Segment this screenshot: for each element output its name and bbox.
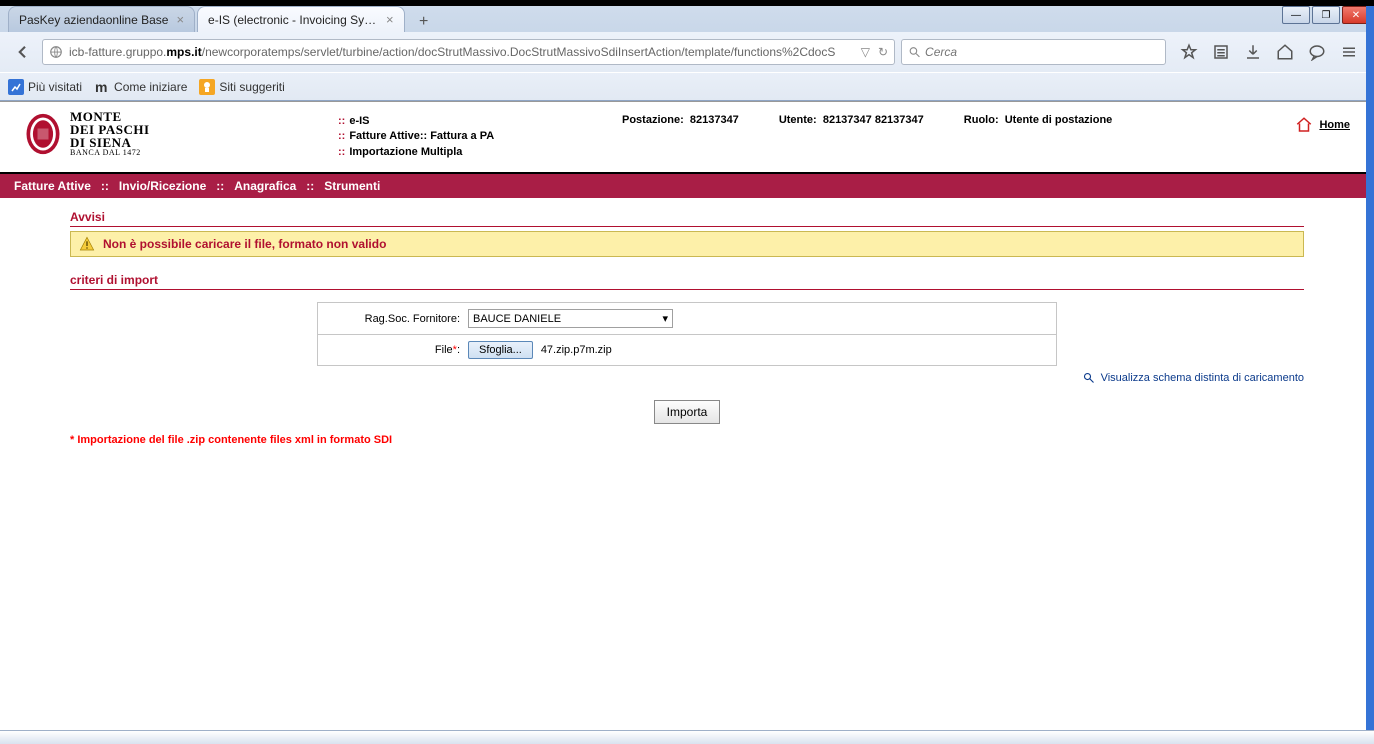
bookmarks-bar: Più visitati m Come iniziare Siti sugger… <box>0 72 1374 100</box>
suggested-sites-bookmark[interactable]: Siti suggeriti <box>199 79 284 95</box>
chat-icon[interactable] <box>1308 43 1326 61</box>
fornitore-label: Rag.Soc. Fornitore: <box>328 313 468 325</box>
import-note: * Importazione del file .zip contenente … <box>70 434 1304 446</box>
menu-icon[interactable] <box>1340 43 1358 61</box>
close-icon[interactable]: × <box>386 13 394 26</box>
new-tab-button[interactable]: + <box>411 12 437 32</box>
warning-icon <box>79 236 95 252</box>
close-icon[interactable]: × <box>176 13 184 26</box>
tab-title: PasKey aziendaonline Base <box>19 13 168 27</box>
main-menu: Fatture Attive :: Invio/Ricezione :: Ana… <box>0 174 1374 198</box>
taskbar[interactable] <box>0 730 1374 744</box>
utente-info: Utente: 82137347 82137347 <box>779 114 924 126</box>
alert-box: Non è possibile caricare il file, format… <box>70 231 1304 257</box>
window-right-border <box>1366 6 1374 744</box>
url-dropdown-icon[interactable]: ▽ <box>861 45 870 59</box>
import-form: Rag.Soc. Fornitore: BAUCE DANIELE ▾ File… <box>317 302 1057 366</box>
menu-anagrafica[interactable]: Anagrafica <box>226 177 304 195</box>
most-visited-icon <box>8 79 24 95</box>
file-label: File*: <box>328 344 468 356</box>
postazione-info: Postazione: 82137347 <box>622 114 739 126</box>
tab-strip: PasKey aziendaonline Base × e-IS (electr… <box>0 6 1374 32</box>
browse-button[interactable]: Sfoglia... <box>468 341 533 359</box>
suggested-icon <box>199 79 215 95</box>
tab-paskey[interactable]: PasKey aziendaonline Base × <box>8 6 195 32</box>
maximize-button[interactable]: ❐ <box>1312 6 1340 24</box>
selected-file-name: 47.zip.p7m.zip <box>541 344 612 356</box>
avvisi-section-title: Avvisi <box>70 210 1304 227</box>
criteri-section-title: criteri di import <box>70 273 1304 290</box>
schema-link[interactable]: Visualizza schema distinta di caricament… <box>1101 372 1304 384</box>
reload-icon[interactable]: ↻ <box>878 45 888 59</box>
svg-text:m: m <box>95 79 107 95</box>
url-bar[interactable]: icb-fatture.gruppo.mps.it/newcorporatemp… <box>42 39 895 65</box>
tab-title: e-IS (electronic - Invoicing Syst... <box>208 13 378 27</box>
magnifier-icon <box>1083 372 1095 384</box>
menu-invio-ricezione[interactable]: Invio/Ricezione <box>111 177 214 195</box>
home-icon <box>1295 116 1313 134</box>
most-visited-bookmark[interactable]: Più visitati <box>8 79 82 95</box>
menu-strumenti[interactable]: Strumenti <box>316 177 388 195</box>
tab-eis[interactable]: e-IS (electronic - Invoicing Syst... × <box>197 6 405 32</box>
getting-started-bookmark[interactable]: m Come iniziare <box>94 79 187 95</box>
list-icon[interactable] <box>1212 43 1230 61</box>
breadcrumb: ::e-IS ::Fatture Attive:: Fattura a PA :… <box>338 110 598 160</box>
fornitore-select[interactable]: BAUCE DANIELE ▾ <box>468 309 673 328</box>
minimize-button[interactable]: — <box>1282 6 1310 24</box>
globe-icon <box>49 45 63 59</box>
page-header: MONTE DEI PASCHI DI SIENA BANCA DAL 1472… <box>0 102 1374 172</box>
download-icon[interactable] <box>1244 43 1262 61</box>
back-button[interactable] <box>8 38 36 66</box>
menu-fatture-attive[interactable]: Fatture Attive <box>6 177 99 195</box>
browser-chrome: PasKey aziendaonline Base × e-IS (electr… <box>0 6 1374 101</box>
search-icon <box>908 45 921 59</box>
bank-logo: MONTE DEI PASCHI DI SIENA BANCA DAL 1472 <box>24 110 314 157</box>
home-icon[interactable] <box>1276 43 1294 61</box>
search-input[interactable] <box>925 45 1159 59</box>
importa-button[interactable]: Importa <box>654 400 721 424</box>
shield-icon <box>24 112 62 156</box>
chevron-down-icon: ▾ <box>662 312 668 325</box>
arrow-left-icon <box>13 43 31 61</box>
search-bar[interactable] <box>901 39 1166 65</box>
nav-row: icb-fatture.gruppo.mps.it/newcorporatemp… <box>0 32 1374 72</box>
alert-text: Non è possibile caricare il file, format… <box>103 237 386 251</box>
getting-started-icon: m <box>94 79 110 95</box>
url-text: icb-fatture.gruppo.mps.it/newcorporatemp… <box>69 45 857 59</box>
star-icon[interactable] <box>1180 43 1198 61</box>
ruolo-info: Ruolo: Utente di postazione <box>964 114 1113 126</box>
home-link[interactable]: Home <box>1319 119 1350 131</box>
